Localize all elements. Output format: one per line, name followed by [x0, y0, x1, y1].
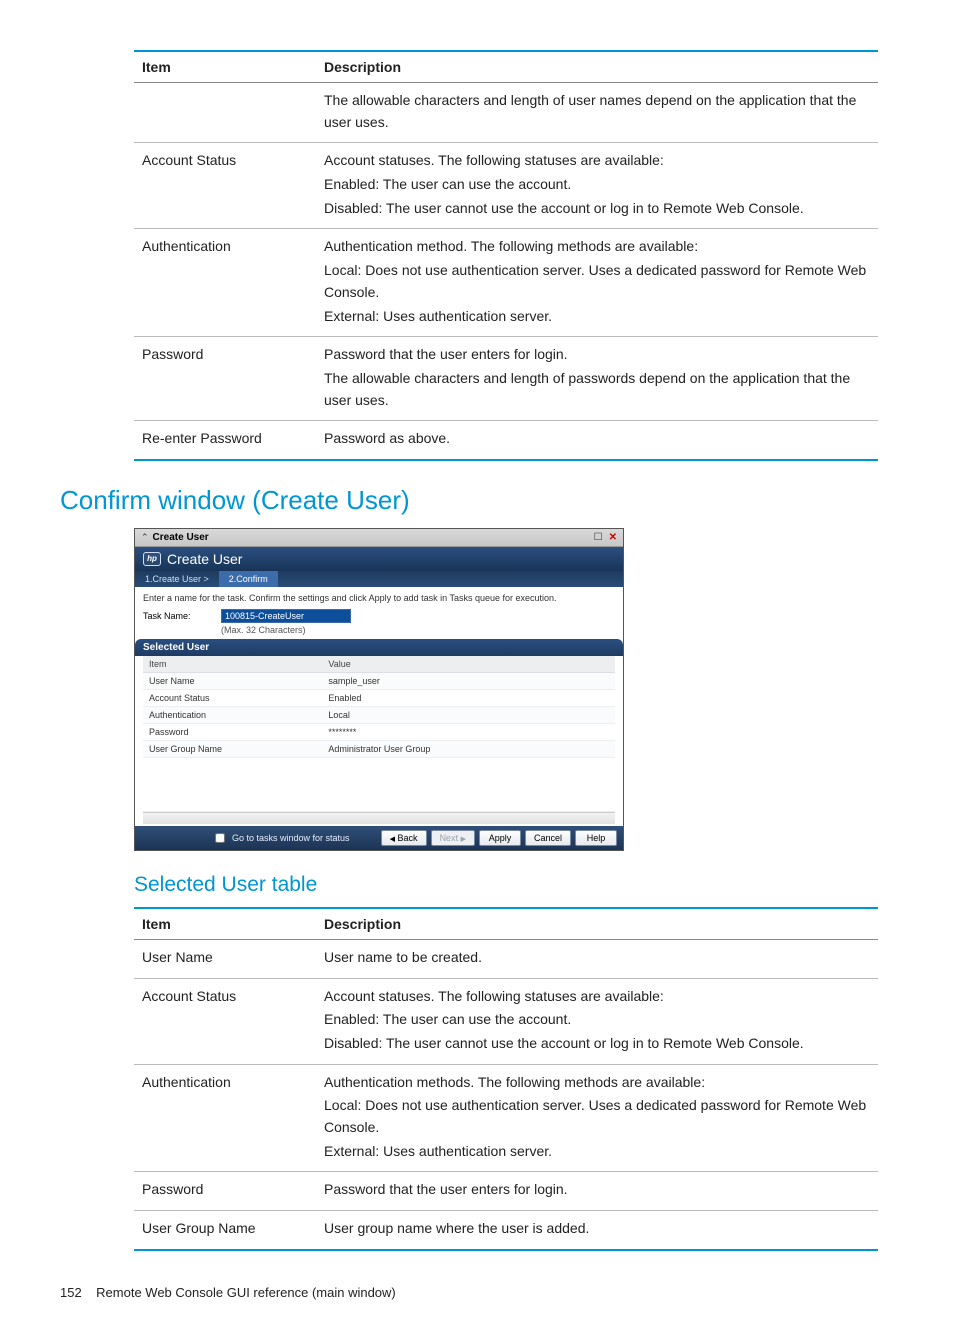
selected-user-description-table: Item Description User NameUser name to b… — [134, 907, 878, 1251]
cell-value: Administrator User Group — [322, 740, 615, 757]
col-header-description: Description — [316, 51, 878, 83]
hp-logo-icon: hp — [143, 552, 161, 566]
items-description-table-1: Item Description The allowable character… — [134, 50, 878, 461]
task-name-hint: (Max. 32 Characters) — [221, 625, 615, 635]
selected-user-header: Selected User — [135, 639, 623, 656]
cell-item: Account Status — [134, 143, 316, 229]
cell-description: The allowable characters and length of u… — [316, 83, 878, 143]
cell-item — [134, 83, 316, 143]
page-number: 152 — [60, 1285, 82, 1300]
apply-button[interactable]: Apply — [479, 830, 521, 846]
table-row: AuthenticationAuthentication method. The… — [134, 229, 878, 337]
table-row: AuthenticationLocal — [143, 706, 615, 723]
maximize-icon[interactable]: ☐ — [594, 532, 603, 543]
table-row: Re-enter PasswordPassword as above. — [134, 421, 878, 460]
table-row: Password******** — [143, 723, 615, 740]
back-button[interactable]: ◀ Back — [381, 830, 427, 846]
cell-value: Enabled — [322, 689, 615, 706]
task-name-input[interactable] — [221, 609, 351, 623]
cell-item: Password — [143, 723, 322, 740]
table-row: PasswordPassword that the user enters fo… — [134, 337, 878, 421]
selected-user-table: Item Value User Namesample_userAccount S… — [143, 656, 615, 758]
col-header-item: Item — [134, 908, 316, 940]
go-to-tasks-checkbox[interactable] — [215, 833, 225, 843]
table-row: AuthenticationAuthentication methods. Th… — [134, 1064, 878, 1172]
cell-item: Account Status — [134, 978, 316, 1064]
selected-user-col-item: Item — [143, 656, 322, 673]
cancel-button[interactable]: Cancel — [525, 830, 571, 846]
table-row: User NameUser name to be created. — [134, 939, 878, 978]
cell-item: User Group Name — [143, 740, 322, 757]
go-to-tasks-label: Go to tasks window for status — [232, 833, 350, 843]
cell-description: Password that the user enters for login. — [316, 1172, 878, 1211]
cell-value: sample_user — [322, 672, 615, 689]
subsection-heading-selected-user-table: Selected User table — [134, 873, 894, 897]
col-header-item: Item — [134, 51, 316, 83]
selected-user-col-value: Value — [322, 656, 615, 673]
create-user-confirm-dialog: ⌃ Create User ☐ ✕ hp Create User 1.Creat… — [134, 528, 624, 851]
cell-item: User Name — [143, 672, 322, 689]
go-to-tasks-checkbox-wrap[interactable]: Go to tasks window for status — [211, 830, 350, 846]
wizard-steps: 1.Create User > 2.Confirm — [135, 571, 623, 587]
cell-item: Password — [134, 1172, 316, 1211]
cell-item: Authentication — [134, 1064, 316, 1172]
table-row: User Namesample_user — [143, 672, 615, 689]
table-row: User Group NameAdministrator User Group — [143, 740, 615, 757]
cell-item: Authentication — [143, 706, 322, 723]
dialog-instruction: Enter a name for the task. Confirm the s… — [143, 593, 615, 603]
cell-item: Re-enter Password — [134, 421, 316, 460]
cell-item: Password — [134, 337, 316, 421]
cell-item: Authentication — [134, 229, 316, 337]
cell-item: Account Status — [143, 689, 322, 706]
cell-item: User Group Name — [134, 1211, 316, 1250]
wizard-step-1[interactable]: 1.Create User > — [135, 571, 219, 587]
table-row: PasswordPassword that the user enters fo… — [134, 1172, 878, 1211]
cell-description: Account statuses. The following statuses… — [316, 978, 878, 1064]
dialog-brand-title: Create User — [167, 551, 242, 567]
help-button[interactable]: Help — [575, 830, 617, 846]
cell-description: Password as above. — [316, 421, 878, 460]
section-heading-confirm-window: Confirm window (Create User) — [60, 485, 894, 516]
cell-value: Local — [322, 706, 615, 723]
dialog-brand-bar: hp Create User — [135, 547, 623, 571]
collapse-icon[interactable]: ⌃ — [141, 532, 149, 543]
col-header-description: Description — [316, 908, 878, 940]
footer-text: Remote Web Console GUI reference (main w… — [96, 1285, 396, 1300]
table-row: Account StatusAccount statuses. The foll… — [134, 978, 878, 1064]
dialog-titlebar: ⌃ Create User ☐ ✕ — [135, 529, 623, 547]
page-footer: 152 Remote Web Console GUI reference (ma… — [60, 1285, 894, 1300]
cell-description: Account statuses. The following statuses… — [316, 143, 878, 229]
close-icon[interactable]: ✕ — [609, 532, 617, 543]
cell-value: ******** — [322, 723, 615, 740]
wizard-step-2[interactable]: 2.Confirm — [219, 571, 278, 587]
task-name-label: Task Name: — [143, 609, 213, 621]
cell-description: User name to be created. — [316, 939, 878, 978]
table-row: The allowable characters and length of u… — [134, 83, 878, 143]
dialog-title: Create User — [153, 532, 588, 543]
next-button: Next ▶ — [431, 830, 475, 846]
cell-description: User group name where the user is added. — [316, 1211, 878, 1250]
table-row: Account StatusEnabled — [143, 689, 615, 706]
cell-description: Password that the user enters for login.… — [316, 337, 878, 421]
cell-description: Authentication method. The following met… — [316, 229, 878, 337]
cell-item: User Name — [134, 939, 316, 978]
table-row: User Group NameUser group name where the… — [134, 1211, 878, 1250]
table-row: Account StatusAccount statuses. The foll… — [134, 143, 878, 229]
dialog-footer: Go to tasks window for status ◀ Back Nex… — [135, 826, 623, 850]
cell-description: Authentication methods. The following me… — [316, 1064, 878, 1172]
